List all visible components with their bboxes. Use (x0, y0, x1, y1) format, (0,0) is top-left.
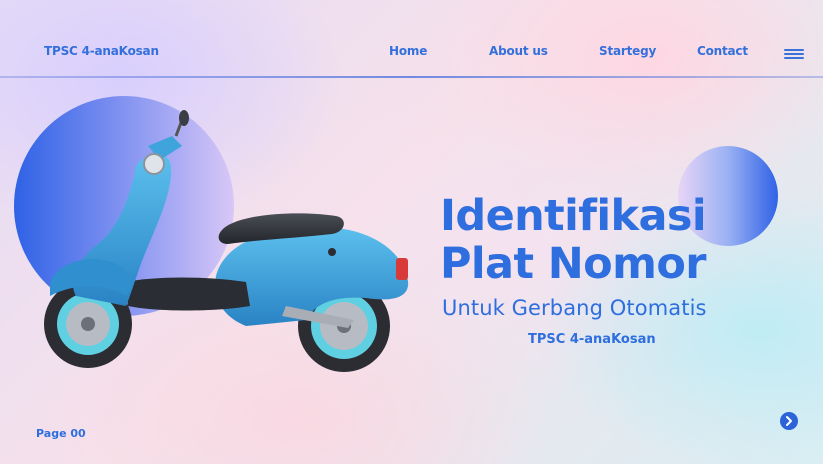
hero-subtitle: Untuk Gerbang Otomatis (442, 296, 707, 320)
tail-light (396, 258, 408, 280)
hero-title-line2: Plat Nomor (440, 239, 706, 289)
headlight (143, 153, 165, 175)
next-page-button[interactable] (780, 412, 798, 430)
nav-link-contact[interactable]: Contact (697, 44, 748, 58)
scooter-floorboard (126, 277, 250, 311)
nav-link-home[interactable]: Home (389, 44, 427, 58)
brand-logo-text[interactable]: TPSC 4-anaKosan (44, 44, 159, 58)
hero-title-line1: Identifikasi (440, 191, 707, 241)
nav-divider (0, 76, 823, 78)
top-navigation-bar: TPSC 4-anaKosan Home About us Startegy C… (0, 0, 823, 78)
hero-title: Identifikasi Plat Nomor (440, 191, 707, 289)
page-indicator: Page 00 (36, 427, 86, 440)
mirror (179, 110, 189, 126)
chevron-right-icon (786, 416, 792, 426)
scooter-illustration (44, 110, 409, 372)
hero-team-name: TPSC 4-anaKosan (528, 332, 656, 347)
nav-link-strategy[interactable]: Startegy (599, 44, 656, 58)
hamburger-menu-icon[interactable] (784, 49, 804, 59)
nav-link-about-us[interactable]: About us (489, 44, 548, 58)
